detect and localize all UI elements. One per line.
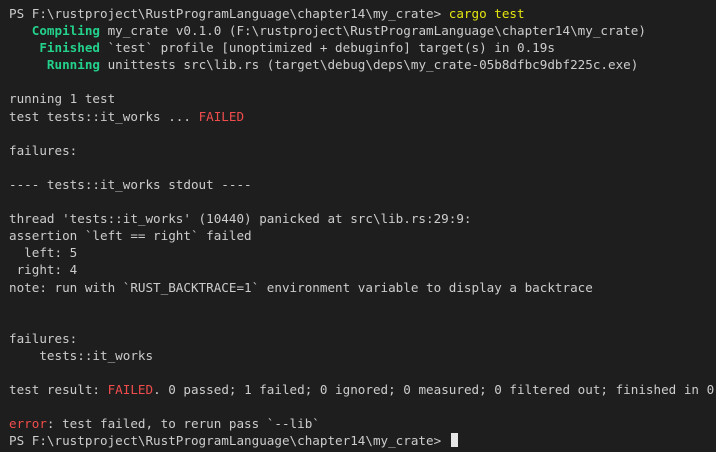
prompt-line: PS F:\rustproject\RustProgramLanguage\ch… (9, 5, 716, 22)
finished-text: `test` profile [unoptimized + debuginfo]… (100, 40, 555, 56)
terminal-window[interactable]: PS F:\rustproject\RustProgramLanguage\ch… (0, 0, 716, 452)
running-text: unittests src\lib.rs (target\debug\deps\… (100, 57, 639, 73)
test-line: test tests::it_works ... FAILED (9, 108, 716, 125)
finished-status: Finished (9, 40, 100, 56)
stdout-header: ---- tests::it_works stdout ---- (9, 176, 252, 192)
test-result-line: test result: FAILED. 0 passed; 1 failed;… (9, 381, 716, 398)
finished-line: Finished `test` profile [unoptimized + d… (9, 39, 716, 56)
error-line: error: test failed, to rerun pass `--lib… (9, 415, 716, 432)
prompt: PS F:\rustproject\RustProgramLanguage\ch… (9, 433, 449, 449)
test-name: test tests::it_works ... (9, 108, 199, 124)
test-failed-status: FAILED (198, 108, 245, 124)
compiling-status: Compiling (9, 23, 100, 39)
failures-header: failures: (9, 142, 78, 158)
left-value-line: left: 5 (9, 245, 78, 261)
note-line: note: run with `RUST_BACKTRACE=1` enviro… (9, 279, 593, 295)
failure-item: tests::it_works (9, 347, 154, 363)
running-line: Running unittests src\lib.rs (target\deb… (9, 56, 716, 73)
panic-line: thread 'tests::it_works' (10440) panicke… (9, 211, 472, 227)
test-result-status: FAILED (107, 382, 154, 398)
text-cursor[interactable] (450, 433, 458, 448)
test-result-summary: . 0 passed; 1 failed; 0 ignored; 0 measu… (153, 382, 716, 398)
error-text: : test failed, to rerun pass `--lib` (46, 416, 320, 432)
compiling-text: my_crate v0.1.0 (F:\rustproject\RustProg… (100, 23, 646, 39)
test-result-prefix: test result: (9, 382, 108, 398)
prompt: PS F:\rustproject\RustProgramLanguage\ch… (9, 6, 449, 21)
right-value-line: right: 4 (9, 262, 78, 278)
compiling-line: Compiling my_crate v0.1.0 (F:\rustprojec… (9, 22, 716, 39)
failures-header: failures: (9, 330, 78, 346)
running-status: Running (9, 57, 100, 73)
prompt-line[interactable]: PS F:\rustproject\RustProgramLanguage\ch… (9, 432, 716, 449)
running-count-line: running 1 test (9, 91, 116, 107)
error-label: error (9, 416, 47, 432)
assertion-line: assertion `left == right` failed (9, 228, 252, 244)
command-text: cargo test (448, 6, 525, 21)
